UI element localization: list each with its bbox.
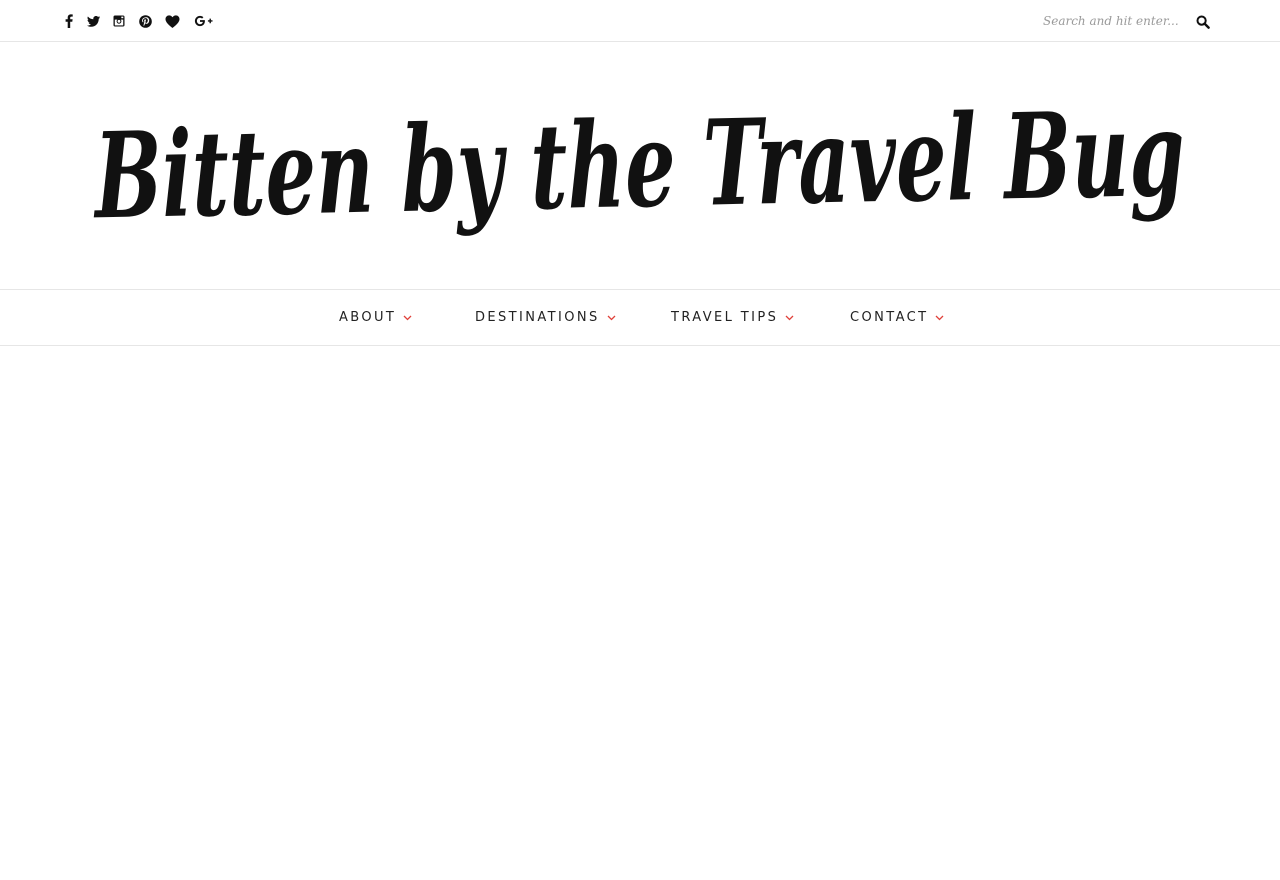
nav-item-about[interactable]: ABOUT — [339, 290, 413, 345]
search-icon[interactable] — [1196, 14, 1212, 30]
site-header: Bitten by the Travel Bug — [0, 42, 1280, 290]
nav-item-destinations[interactable]: DESTINATIONS — [475, 290, 617, 345]
nav-item-label: DESTINATIONS — [475, 310, 600, 325]
nav-item-label: CONTACT — [850, 310, 929, 325]
nav-item-label: ABOUT — [339, 310, 397, 325]
social-links — [64, 11, 226, 31]
bloglovin-heart-icon[interactable] — [164, 11, 180, 31]
chevron-down-icon — [403, 315, 412, 320]
chevron-down-icon — [785, 315, 794, 320]
google-plus-icon[interactable] — [192, 11, 214, 31]
main-content-area — [0, 346, 1280, 880]
chevron-down-icon — [935, 315, 944, 320]
search-box — [1040, 10, 1216, 32]
nav-item-contact[interactable]: CONTACT — [850, 290, 945, 345]
nav-item-label: TRAVEL TIPS — [671, 310, 779, 325]
site-title: Bitten by the Travel Bug — [91, 84, 1186, 246]
pinterest-icon[interactable] — [138, 11, 152, 31]
top-bar — [0, 0, 1280, 42]
main-navigation: ABOUT DESTINATIONS TRAVEL TIPS CONTACT — [0, 289, 1280, 346]
search-input[interactable] — [1040, 10, 1193, 32]
site-logo[interactable]: Bitten by the Travel Bug — [0, 42, 1280, 290]
facebook-icon[interactable] — [64, 11, 74, 31]
instagram-icon[interactable] — [112, 11, 126, 31]
chevron-down-icon — [607, 315, 616, 320]
nav-item-travel-tips[interactable]: TRAVEL TIPS — [671, 290, 795, 345]
twitter-icon[interactable] — [86, 11, 100, 31]
